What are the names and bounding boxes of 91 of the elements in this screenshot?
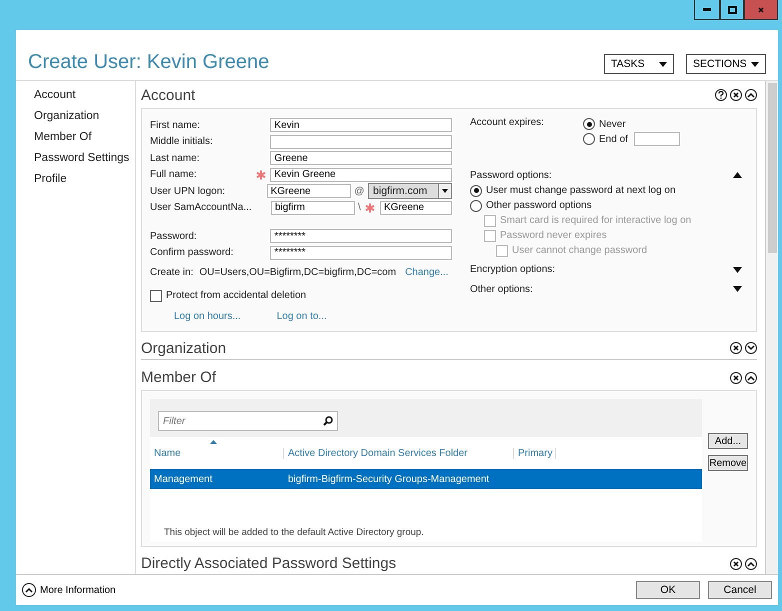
info-text: This object will be added to the default Active Directory group. [163, 526, 425, 540]
scrollbar[interactable] [765, 81, 778, 574]
checkbox-label: Password never expires [500, 230, 607, 242]
text-field[interactable]: Kevin [270, 118, 452, 132]
checkbox-label: User cannot change password [512, 245, 648, 256]
text-field[interactable]: KGreene [266, 184, 351, 198]
close-icon[interactable] [730, 372, 742, 384]
filter-field[interactable]: Filter [158, 411, 338, 432]
radio-button[interactable] [470, 200, 482, 212]
minimize-icon [703, 8, 711, 11]
window-title: Create User: Kevin Greene [28, 51, 270, 74]
field-label: Account expires: [470, 116, 545, 128]
column-header[interactable]: Primary [514, 448, 556, 460]
field-label: Full name: [150, 169, 198, 180]
chevron-icon [22, 583, 36, 597]
field-label: Encryption options: [470, 264, 556, 276]
group-action-button[interactable]: Remove [708, 455, 748, 472]
nav-link[interactable]: Organization [34, 110, 135, 122]
close-icon[interactable] [730, 342, 742, 354]
table-row[interactable]: Management bigfirm-Bigfirm-Security Groups-Management [150, 469, 702, 490]
separator-text: \ [358, 202, 361, 214]
radio-label: End of [599, 134, 628, 145]
separator-text: @ [354, 186, 366, 197]
section-title: Directly Associated Password Settings [141, 555, 398, 572]
domain-dropdown[interactable]: bigfirm.com [368, 183, 452, 200]
minimize-button[interactable] [694, 0, 720, 20]
field-label: Other options: [470, 284, 533, 295]
password-field[interactable]: ******** [270, 246, 452, 260]
checkbox[interactable] [150, 290, 162, 302]
text-field[interactable]: KGreene [380, 200, 452, 215]
field-label: Password: [150, 230, 198, 242]
menu-button[interactable]: SECTIONS [686, 54, 766, 74]
link[interactable]: Log on to... [276, 311, 327, 322]
text-field[interactable]: bigfirm [270, 200, 355, 215]
close-icon[interactable] [730, 558, 742, 570]
section-title: Account [141, 86, 196, 104]
field-label: Middle initials: [150, 136, 214, 148]
checkbox-label: Protect from accidental deletion [166, 290, 306, 302]
field-label: Password options: [470, 170, 552, 181]
column-header[interactable]: Name [150, 448, 284, 460]
nav-link[interactable]: Profile [34, 173, 135, 185]
text-field[interactable] [270, 134, 452, 149]
radio-button[interactable] [583, 118, 595, 130]
maximize-button[interactable] [720, 0, 744, 20]
field-label: First name: [150, 120, 202, 131]
nav-link[interactable]: Account [34, 89, 135, 101]
dialog-button[interactable]: OK [636, 581, 700, 599]
field-label: User SamAccountNa... [150, 202, 252, 214]
close-icon [758, 6, 764, 12]
table-cell-text: bigfirm-Bigfirm-Security Groups-Management [287, 474, 490, 485]
field-label: User UPN logon: [150, 186, 226, 197]
collapse-icon[interactable] [745, 558, 757, 570]
field-label: Create in: [150, 266, 194, 278]
table-cell-text: Management [153, 474, 214, 485]
menu-button[interactable]: TASKS [604, 54, 674, 74]
nav-link[interactable]: Member Of [34, 131, 135, 143]
dialog-button[interactable]: Cancel [708, 581, 772, 599]
field-label: Last name: [150, 152, 200, 164]
help-icon[interactable] [715, 89, 727, 102]
more-information-button[interactable]: More Information [22, 583, 628, 597]
text-field[interactable]: Greene [270, 151, 452, 166]
text-field[interactable]: Kevin Greene [270, 168, 452, 182]
collapse-icon[interactable] [745, 89, 757, 102]
column-header[interactable]: Active Directory Domain Services Folder [284, 448, 514, 460]
link[interactable]: Log on hours... [174, 311, 241, 322]
radio-label: Other password options [486, 200, 592, 212]
collapse-icon[interactable] [733, 172, 742, 178]
group-action-button[interactable]: Add... [708, 433, 748, 450]
search-icon[interactable] [323, 416, 333, 426]
change-link[interactable]: Change... [405, 266, 448, 278]
password-field[interactable]: ******** [270, 229, 452, 244]
expand-icon[interactable] [745, 342, 757, 354]
nav-link[interactable]: Password Settings [34, 152, 135, 164]
section-title: Organization [141, 340, 228, 357]
field-label: Confirm password: [150, 247, 234, 258]
expand-icon[interactable] [733, 286, 742, 292]
caret-icon [659, 62, 667, 66]
collapse-icon[interactable] [745, 372, 757, 384]
radio-label: User must change password at next log on [486, 185, 676, 196]
section-title: Member Of [141, 369, 218, 386]
close-icon[interactable] [730, 89, 742, 102]
radio-button[interactable] [470, 184, 482, 197]
radio-label: Never [599, 118, 626, 130]
maximize-icon [728, 6, 736, 14]
date-field[interactable] [634, 132, 680, 146]
checkbox-label: Smart card is required for interactive log on [500, 215, 692, 226]
caret-icon [442, 189, 448, 194]
radio-button[interactable] [583, 133, 595, 146]
expand-icon[interactable] [733, 266, 742, 273]
container-path: OU=Users,OU=Bigfirm,DC=bigfirm,DC=com [199, 266, 396, 278]
caret-icon [751, 62, 759, 66]
